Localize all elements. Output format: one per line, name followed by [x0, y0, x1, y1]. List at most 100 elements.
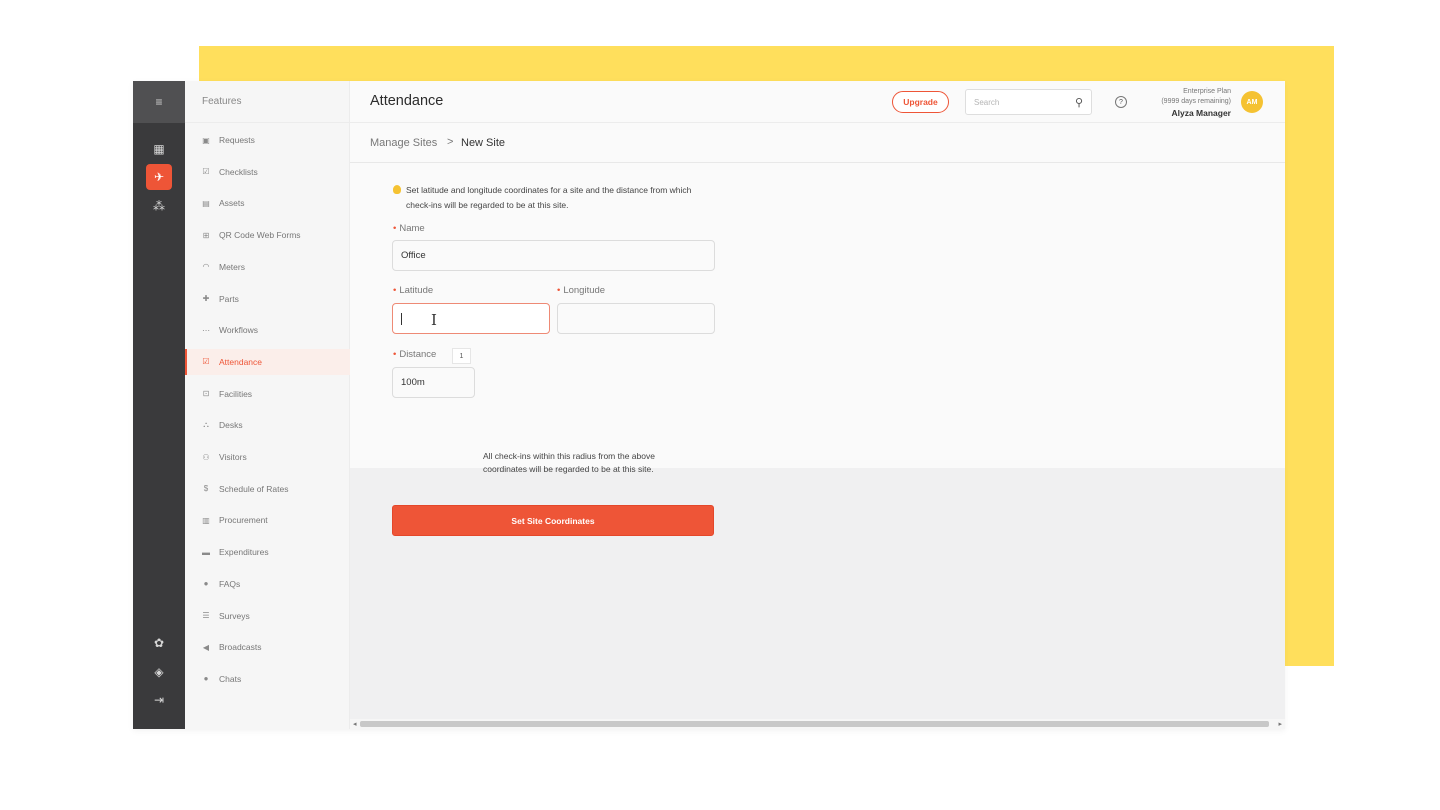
facilities-icon: ⊡ — [202, 389, 210, 399]
app-window: ≡ ▦ ✈ ⁂ ✿ ◈ ⇥ Features ▣ Requests ☑ Checkli… — [133, 81, 1285, 729]
sidebar-item-label: Facilities — [219, 388, 253, 399]
sidebar-item-label: Checklists — [219, 166, 258, 177]
attendance-icon: ☑ — [202, 357, 210, 367]
name-field[interactable]: Office — [392, 240, 715, 271]
sidebar-item-expenditures[interactable]: ▬ Expenditures — [185, 539, 350, 565]
distance-field[interactable]: 100m — [392, 367, 475, 398]
sidebar-item-parts[interactable]: ✚ Parts — [185, 286, 350, 312]
sidebar-item-label: Requests — [219, 135, 255, 145]
distance-label: • Distance — [393, 349, 437, 360]
schedule-of-rates-icon: $ — [203, 484, 209, 494]
features-sidebar: Features ▣ Requests ☑ Checklists ▤ Assets ⊞ QR … — [185, 81, 350, 729]
assets-icon: ▤ — [202, 198, 210, 208]
sidebar-item-faqs[interactable]: ● FAQs — [185, 571, 350, 597]
user-name: Alyza Manager — [1171, 108, 1231, 118]
page-title: Attendance — [370, 93, 444, 109]
sidebar-item-schedule-of-rates[interactable]: $ Schedule of Rates — [185, 476, 350, 502]
sidebar-item-label: FAQs — [219, 578, 241, 589]
sidebar-item-label: Parts — [219, 293, 239, 304]
meters-icon: ◠ — [202, 262, 210, 272]
chats-icon: ● — [203, 674, 209, 684]
text-caret — [401, 312, 402, 325]
longitude-label: • Longitude — [557, 285, 606, 296]
chevron-right-icon: > — [447, 136, 454, 148]
surveys-icon: ☰ — [202, 611, 210, 620]
name-label: • Name — [393, 223, 425, 234]
top-bar: Attendance Upgrade Search ⚲ ? Enterprise… — [350, 81, 1285, 123]
latitude-field[interactable]: I — [392, 303, 550, 334]
features-title: Features — [185, 81, 349, 123]
sidebar-item-label: Broadcasts — [219, 642, 262, 653]
search-icon[interactable]: ⚲ — [1075, 96, 1083, 109]
plan-label: Enterprise Plan — [1183, 88, 1231, 95]
workflows-icon: ⋯ — [202, 325, 210, 335]
lightbulb-icon — [393, 185, 401, 194]
menu-toggle-icon[interactable]: ≡ — [133, 81, 185, 123]
sidebar-item-label: Procurement — [219, 515, 268, 526]
scrollbar-thumb[interactable] — [360, 721, 1269, 727]
sidebar-item-desks[interactable]: ⛬ Desks — [185, 412, 350, 438]
search-input[interactable]: Search ⚲ — [965, 89, 1092, 115]
faqs-icon: ● — [203, 579, 209, 589]
logout-icon[interactable]: ⇥ — [146, 687, 172, 713]
visitors-icon: ⚇ — [202, 452, 210, 462]
sidebar-item-assets[interactable]: ▤ Assets — [185, 190, 350, 216]
settings-icon[interactable]: ✿ — [146, 630, 172, 656]
sidebar-item-attendance[interactable]: ☑ Attendance — [185, 348, 350, 375]
sidebar-item-label: QR Code Web Forms — [219, 230, 301, 241]
sidebar-item-checklists[interactable]: ☑ Checklists — [185, 159, 350, 185]
ibeam-cursor-icon: I — [431, 311, 437, 329]
scroll-right-icon[interactable]: ▸ — [1278, 720, 1282, 728]
sidebar-item-broadcasts[interactable]: ◀ Broadcasts — [185, 634, 350, 660]
horizontal-scrollbar[interactable]: ◂ ▸ — [350, 719, 1285, 729]
longitude-field[interactable] — [557, 303, 715, 334]
rocket-icon[interactable]: ✈ — [146, 164, 172, 190]
sidebar-item-procurement[interactable]: ▥ Procurement — [185, 507, 350, 533]
sidebar-item-label: Desks — [219, 420, 243, 431]
procurement-icon: ▥ — [202, 515, 210, 525]
radius-note: All check-ins within this radius from th… — [483, 451, 655, 474]
latitude-label: • Latitude — [393, 285, 434, 296]
sidebar-item-surveys[interactable]: ☰ Surveys — [185, 603, 350, 629]
sidebar-item-facilities[interactable]: ⊡ Facilities — [185, 381, 350, 407]
qr-code-web-forms-icon: ⊞ — [202, 230, 210, 240]
search-placeholder: Search — [974, 98, 1000, 107]
expenditures-icon: ▬ — [202, 547, 210, 557]
distance-tooltip: 1 — [452, 348, 471, 364]
requests-icon: ▣ — [202, 135, 210, 145]
upgrade-button[interactable]: Upgrade — [892, 91, 949, 113]
stats-icon[interactable]: ⁂ — [146, 193, 172, 219]
user-info[interactable]: Enterprise Plan (9999 days remaining) Al… — [1130, 87, 1231, 119]
sidebar-item-label: Workflows — [219, 325, 259, 336]
sidebar-item-label: Chats — [219, 673, 242, 684]
broadcasts-icon: ◀ — [202, 642, 210, 652]
days-remaining: (9999 days remaining) — [1161, 98, 1231, 105]
sidebar-item-qr-code-web-forms[interactable]: ⊞ QR Code Web Forms — [185, 222, 350, 248]
sidebar-item-label: Meters — [219, 261, 245, 272]
sidebar-item-requests[interactable]: ▣ Requests — [185, 127, 350, 153]
sidebar-item-label: Attendance — [219, 356, 263, 367]
breadcrumb-manage-sites[interactable]: Manage Sites — [370, 137, 437, 149]
sidebar-item-label: Surveys — [219, 610, 250, 621]
parts-icon: ✚ — [202, 294, 210, 303]
sidebar-item-meters[interactable]: ◠ Meters — [185, 254, 350, 280]
icon-rail: ≡ ▦ ✈ ⁂ ✿ ◈ ⇥ — [133, 81, 185, 729]
sidebar-item-label: Schedule of Rates — [219, 483, 289, 494]
scroll-left-icon[interactable]: ◂ — [353, 720, 357, 728]
main-area: Attendance Upgrade Search ⚲ ? Enterprise… — [350, 81, 1285, 729]
desks-icon: ⛬ — [203, 420, 209, 430]
help-icon[interactable]: ? — [1115, 96, 1127, 108]
breadcrumb-new-site: New Site — [461, 137, 506, 149]
avatar[interactable]: AM — [1241, 91, 1263, 113]
sidebar-item-workflows[interactable]: ⋯ Workflows — [185, 317, 350, 343]
sidebar-item-chats[interactable]: ● Chats — [185, 666, 350, 692]
breadcrumb: Manage Sites > New Site — [350, 123, 1285, 163]
sidebar-item-label: Expenditures — [219, 547, 269, 558]
checklists-icon: ☑ — [202, 167, 210, 177]
sidebar-item-visitors[interactable]: ⚇ Visitors — [185, 444, 350, 470]
site-form: Set latitude and longitude coordinates f… — [350, 163, 1285, 536]
form-hint: Set latitude and longitude coordinates f… — [406, 185, 692, 210]
box-icon[interactable]: ◈ — [146, 659, 172, 685]
set-site-coordinates-button[interactable]: Set Site Coordinates — [392, 505, 714, 536]
dashboard-icon[interactable]: ▦ — [146, 136, 172, 162]
